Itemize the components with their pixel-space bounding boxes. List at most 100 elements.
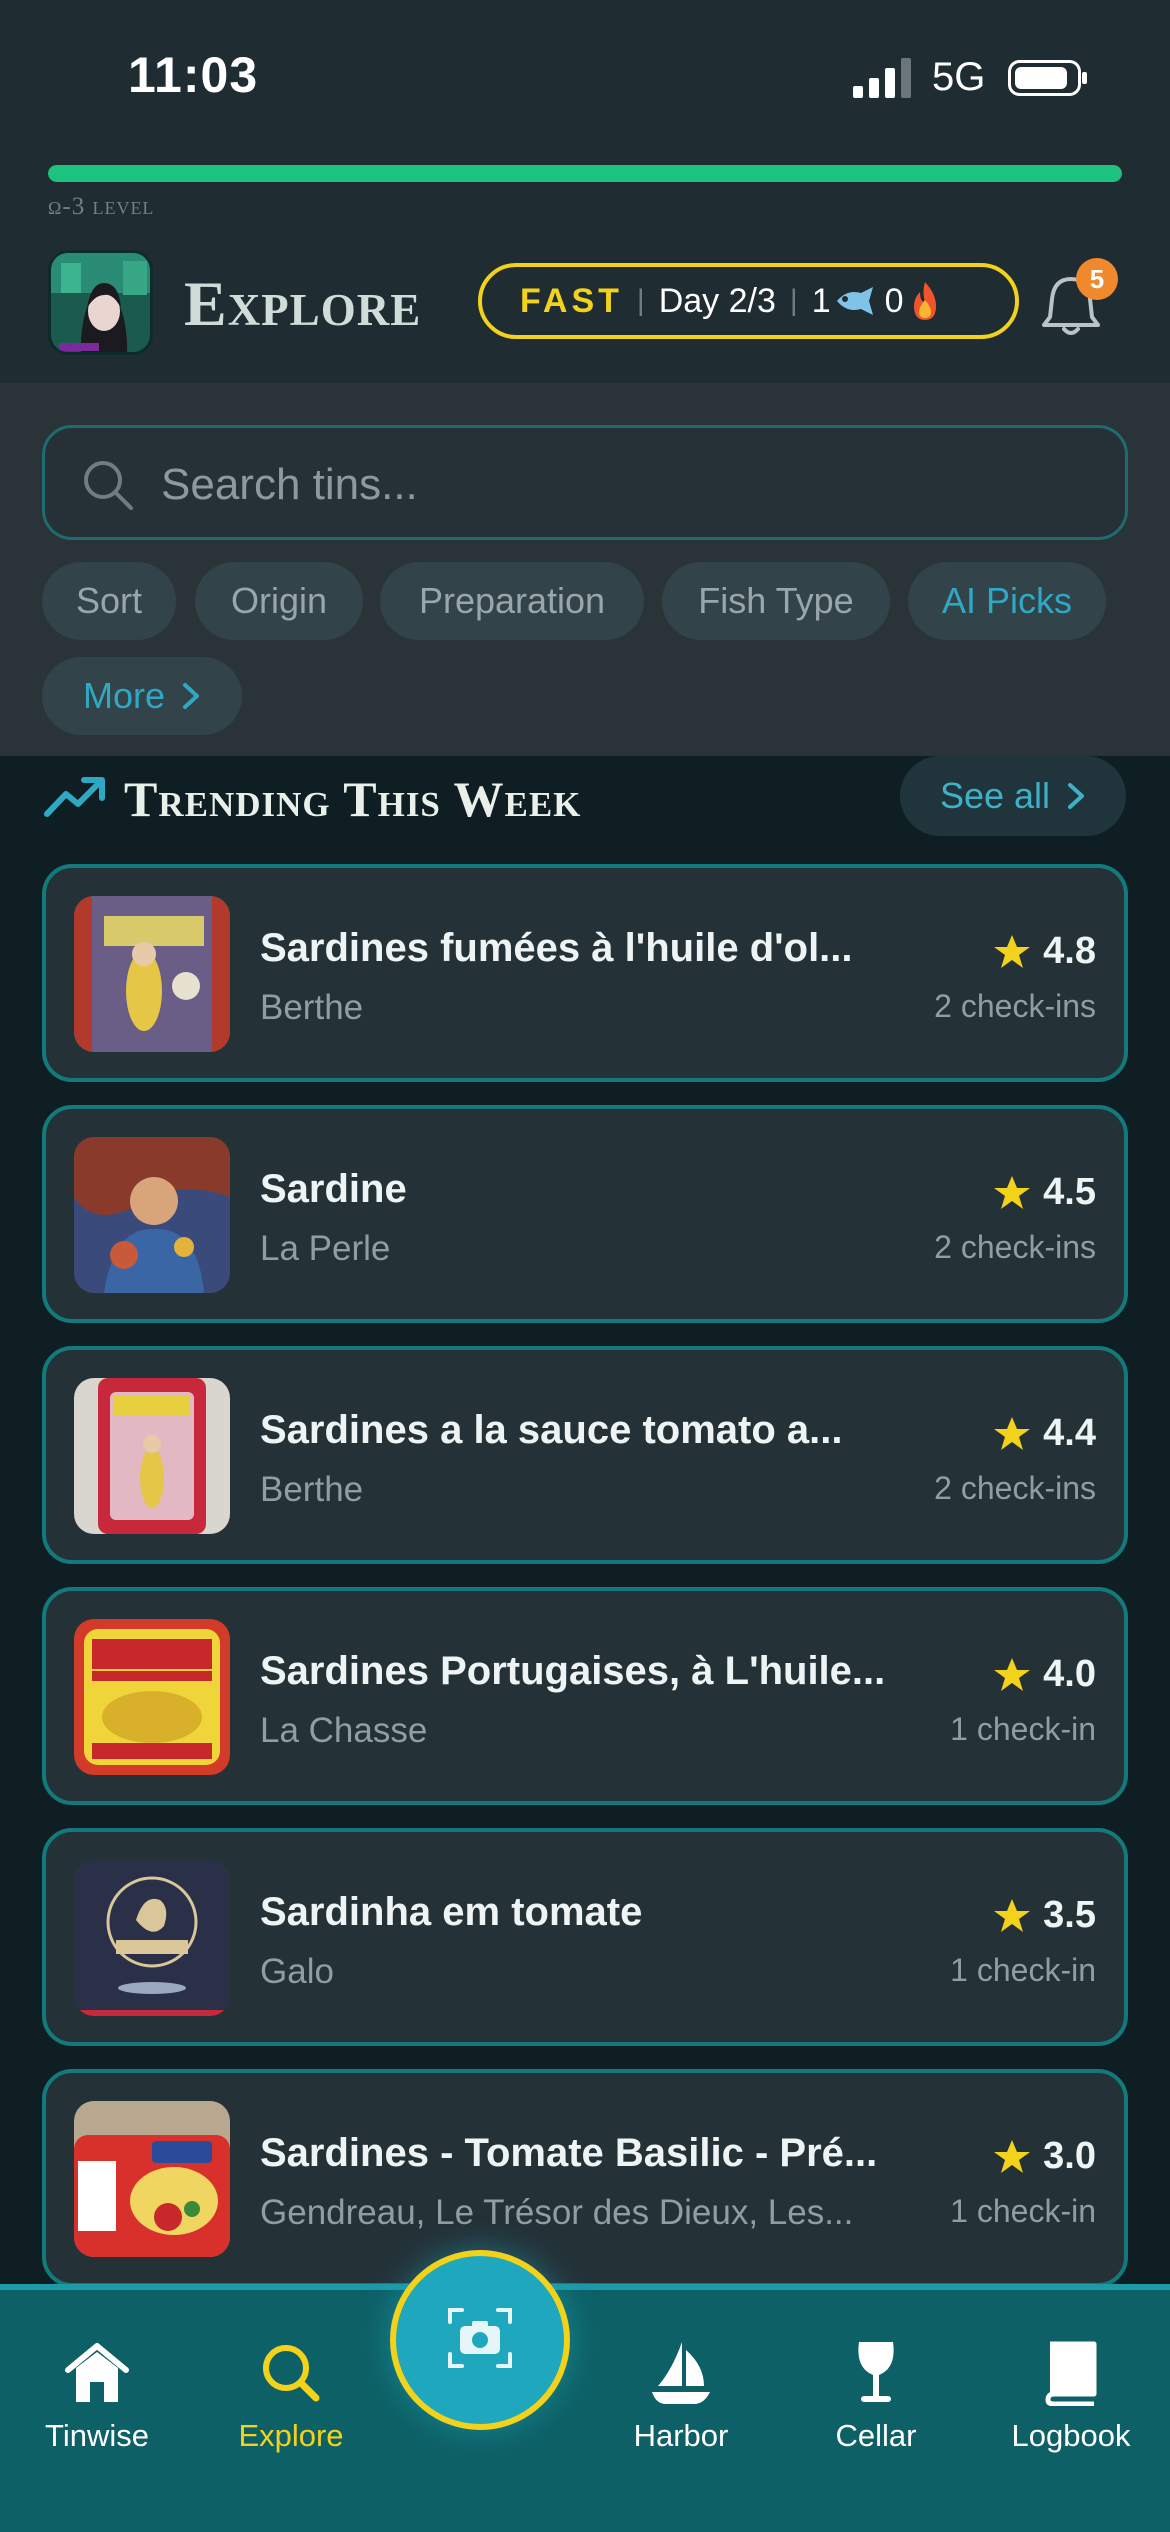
fast-streak-pill[interactable]: FAST | Day 2/3 | 1 0 — [478, 263, 1019, 339]
rating-value: 4.8 — [1043, 930, 1096, 972]
checkin-count: 2 check-ins — [934, 988, 1096, 1024]
tin-image — [74, 896, 230, 1052]
fish-icon — [836, 287, 873, 315]
tin-card[interactable]: Sardinha em tomate Galo 3.5 1 check-in — [42, 1828, 1128, 2046]
section-title: Trending This Week — [124, 771, 582, 827]
page-title: Explore — [184, 268, 422, 339]
notification-badge: 5 — [1076, 258, 1118, 300]
rating-value: 4.4 — [1043, 1412, 1096, 1454]
tin-brand: Galo — [260, 1952, 334, 1991]
tin-rating: 4.4 — [993, 1412, 1096, 1455]
tin-brand: Berthe — [260, 1470, 364, 1509]
rating-value: 3.0 — [1043, 2135, 1096, 2177]
nav-label: Tinwise — [45, 2418, 149, 2453]
search-box[interactable] — [42, 425, 1128, 540]
battery-icon — [1008, 60, 1087, 96]
tin-brand: Gendreau, Le Trésor des Dieux, Les... — [260, 2193, 854, 2232]
star-icon — [994, 1416, 1031, 1450]
tin-rating: 3.5 — [993, 1894, 1096, 1937]
tin-brand: Berthe — [260, 988, 364, 1027]
rating-value: 4.0 — [1043, 1653, 1096, 1695]
avatar[interactable] — [48, 250, 153, 355]
tin-name: Sardinha em tomate — [260, 1890, 643, 1934]
trending-header: Trending This Week See all — [0, 756, 1170, 856]
camera-icon — [448, 2308, 512, 2368]
tin-name: Sardines a la sauce tomato a... — [260, 1408, 843, 1452]
book-icon — [1045, 2341, 1097, 2406]
omega-level-label: ω-3 level — [48, 193, 155, 220]
checkin-count: 1 check-in — [950, 1711, 1096, 1747]
nav-logbook[interactable]: Logbook — [981, 2340, 1161, 2454]
tin-name: Sardine — [260, 1167, 407, 1211]
tin-rating: 4.8 — [993, 930, 1096, 973]
tin-card[interactable]: Sardines - Tomate Basilic - Pré... Gendr… — [42, 2069, 1128, 2287]
tin-image — [74, 1860, 230, 2016]
star-icon — [994, 1657, 1031, 1691]
search-icon — [263, 2345, 320, 2402]
filter-chip-fish-type[interactable]: Fish Type — [662, 562, 890, 640]
omega-level-bar — [48, 165, 1122, 182]
filter-chip-preparation[interactable]: Preparation — [380, 562, 644, 640]
search-input[interactable] — [161, 454, 1061, 516]
tin-image — [74, 2101, 230, 2257]
see-all-label: See all — [939, 775, 1051, 816]
status-time: 11:03 — [128, 47, 259, 103]
wine-glass-icon — [858, 2342, 894, 2402]
checkin-count: 2 check-ins — [934, 1229, 1096, 1265]
network-label: 5G — [932, 55, 986, 99]
nav-explore[interactable]: Explore — [201, 2340, 381, 2454]
filter-chip-origin[interactable]: Origin — [195, 562, 363, 640]
separator: | — [789, 284, 798, 317]
nav-label: Harbor — [633, 2418, 729, 2453]
tin-name: Sardines Portugaises, à L'huile... — [260, 1649, 886, 1693]
nav-cellar[interactable]: Cellar — [786, 2340, 966, 2454]
omega-level-fill — [48, 165, 1122, 182]
flame-icon — [913, 282, 936, 320]
bottom-nav: Tinwise Explore Harbor Cellar Logbook — [0, 2284, 1170, 2532]
tin-card[interactable]: Sardines Portugaises, à L'huile... La Ch… — [42, 1587, 1128, 1805]
flame-count: 0 — [884, 281, 904, 320]
tin-image — [74, 1137, 230, 1293]
tin-image — [74, 1619, 230, 1775]
home-icon — [65, 2343, 129, 2402]
see-all-button[interactable]: See all — [900, 756, 1126, 836]
tin-rating: 4.5 — [993, 1171, 1096, 1214]
nav-label: Cellar — [835, 2418, 917, 2453]
filter-chip-sort[interactable]: Sort — [42, 562, 176, 640]
star-icon — [994, 2139, 1031, 2173]
tin-rating: 4.0 — [993, 1653, 1096, 1696]
filters-panel: Sort Origin Preparation Fish Type AI Pic… — [0, 383, 1170, 756]
signal-icon — [853, 58, 911, 98]
scan-camera-button[interactable] — [390, 2250, 570, 2430]
app-header: ω-3 level Explore FAST | Day 2/3 | 1 0 5 — [0, 150, 1170, 383]
fast-label: FAST — [520, 281, 623, 320]
chevron-right-icon — [183, 683, 200, 709]
tin-rating: 3.0 — [993, 2135, 1096, 2178]
sailboat-icon — [652, 2342, 710, 2404]
filter-chip-more[interactable]: More — [42, 657, 242, 735]
search-icon — [84, 461, 133, 510]
fish-count: 1 — [811, 281, 831, 320]
nav-harbor[interactable]: Harbor — [591, 2340, 771, 2454]
star-icon — [994, 934, 1031, 968]
tin-brand: La Perle — [260, 1229, 391, 1268]
tin-card[interactable]: Sardines fumées à l'huile d'ol... Berthe… — [42, 864, 1128, 1082]
checkin-count: 2 check-ins — [934, 1470, 1096, 1506]
checkin-count: 1 check-in — [950, 1952, 1096, 1988]
tin-image — [74, 1378, 230, 1534]
tin-name: Sardines - Tomate Basilic - Pré... — [260, 2131, 878, 2175]
status-bar: 11:03 5G — [0, 0, 1170, 150]
star-icon — [994, 1175, 1031, 1209]
tin-card[interactable]: Sardines a la sauce tomato a... Berthe 4… — [42, 1346, 1128, 1564]
tin-card[interactable]: Sardine La Perle 4.5 2 check-ins — [42, 1105, 1128, 1323]
nav-label: Logbook — [1011, 2418, 1131, 2453]
tin-name: Sardines fumées à l'huile d'ol... — [260, 926, 853, 970]
nav-tinwise[interactable]: Tinwise — [7, 2340, 187, 2454]
fast-day: Day 2/3 — [658, 281, 776, 320]
rating-value: 4.5 — [1043, 1171, 1096, 1213]
rating-value: 3.5 — [1043, 1894, 1096, 1936]
filter-chip-ai-picks[interactable]: AI Picks — [908, 562, 1106, 640]
separator: | — [636, 284, 645, 317]
star-icon — [994, 1898, 1031, 1932]
more-label: More — [82, 675, 166, 716]
